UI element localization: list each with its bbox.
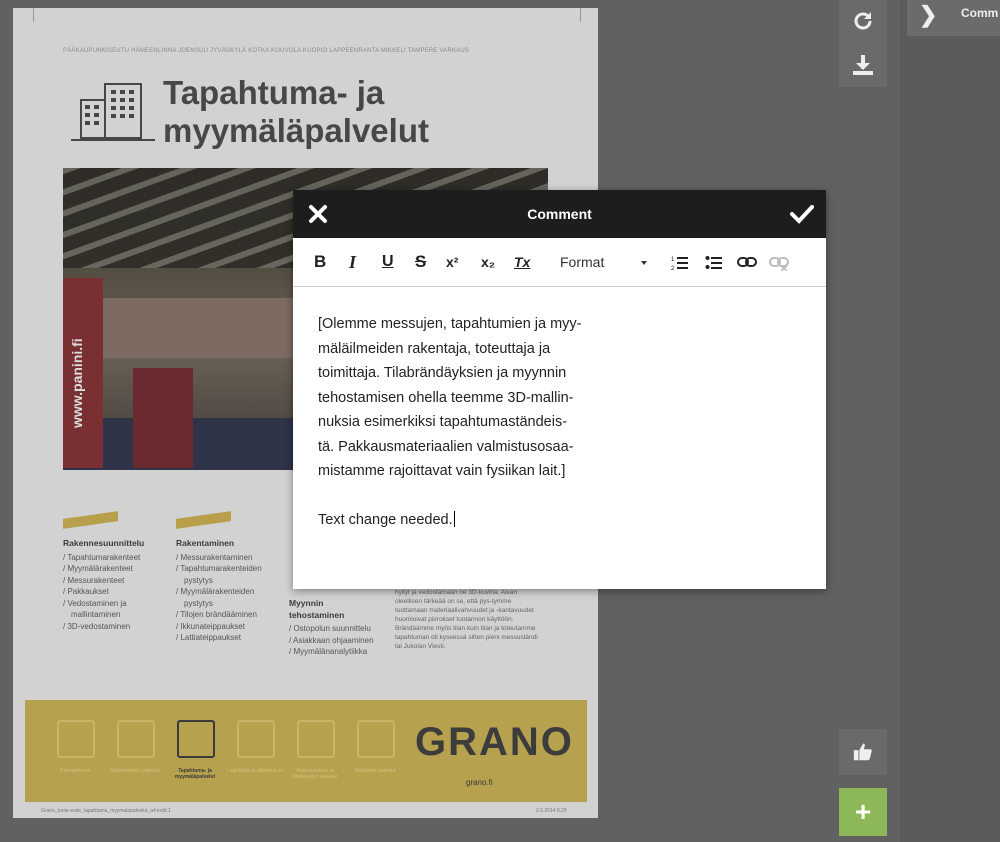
icon-label: Markkinoinnin palvelut bbox=[110, 768, 160, 774]
column-item: / Tapahtumarakenteet bbox=[63, 552, 141, 562]
body-text-column: hyllyt ja vedostamaan ne 3D-kuvina. Aiva… bbox=[395, 589, 538, 650]
column-item: / Ikkunateippaukset bbox=[176, 621, 245, 631]
bold-button[interactable]: B bbox=[314, 252, 326, 272]
subscript-button[interactable]: x₂ bbox=[481, 252, 495, 272]
real-estate-icon bbox=[297, 720, 335, 758]
svg-text:2: 2 bbox=[671, 266, 675, 272]
quoted-line: mistamme rajoittavat vain fysiikan lait.… bbox=[318, 463, 566, 479]
quoted-line: mäläilmeiden rakentaja, toteuttaja ja bbox=[318, 340, 551, 357]
plus-icon: + bbox=[854, 796, 872, 827]
column-item: / Pakkaukset bbox=[63, 587, 109, 596]
event-store-services-icon bbox=[177, 720, 215, 758]
crop-mark bbox=[33, 8, 34, 22]
numbered-list-icon[interactable]: 1 2 bbox=[671, 254, 689, 272]
accent-bar bbox=[63, 511, 118, 529]
crop-mark bbox=[580, 8, 581, 22]
logistics-icon bbox=[237, 720, 275, 758]
dialog-title: Comment bbox=[527, 206, 592, 222]
column-item: / 3D-vedostaminen bbox=[63, 621, 131, 631]
like-button[interactable] bbox=[839, 729, 887, 775]
quoted-line: [Olemme messujen, tapahtumien ja myy- bbox=[318, 316, 582, 332]
comment-text: Text change needed. bbox=[318, 511, 453, 528]
strikethrough-button[interactable]: S bbox=[415, 252, 426, 272]
format-dropdown[interactable]: Format bbox=[560, 254, 604, 270]
column-rakennesuunnittelu: Rakennesuunnittelu / Tapahtumarakenteet … bbox=[63, 538, 173, 632]
comment-sidebar bbox=[900, 0, 1000, 842]
column-item: / Vedostaminen ja mallintaminen bbox=[63, 598, 127, 620]
photo-counter bbox=[83, 298, 313, 358]
column-item: / Myymälänanalytiikka bbox=[289, 647, 368, 656]
document-title: Tapahtuma- ja myymäläpalvelut bbox=[163, 74, 429, 150]
chevron-down-icon bbox=[641, 261, 647, 265]
download-button[interactable] bbox=[839, 42, 887, 87]
quoted-line: nuksia esimerkiksi tapahtumaständeis- bbox=[318, 414, 568, 430]
comment-dialog: Comment B I U S x² x₂ Tx Format 1 2 [Ole… bbox=[293, 190, 826, 589]
column-heading: Myynnin tehostaminen bbox=[289, 598, 345, 620]
svg-text:1: 1 bbox=[671, 257, 675, 263]
check-icon[interactable] bbox=[788, 201, 816, 227]
column-heading: Rakennesuunnittelu bbox=[63, 538, 145, 548]
column-item: / Ostopolun suunnittelu bbox=[289, 624, 371, 633]
icon-label: Tapahtuma- ja myymäläpalvelut bbox=[174, 768, 216, 780]
clear-format-button[interactable]: Tx bbox=[514, 252, 530, 272]
column-myynnin-tehostaminen: Myynnin tehostaminen / Ostopolun suunnit… bbox=[289, 598, 379, 658]
download-icon bbox=[853, 54, 873, 75]
building-icon bbox=[71, 83, 155, 141]
footer-date: 2.6.2014 9.29 bbox=[536, 808, 567, 814]
photo-sign: www.panini.fi bbox=[63, 278, 103, 468]
column-rakentaminen: Rakentaminen / Messurakentaminen / Tapah… bbox=[176, 538, 276, 644]
comment-editor[interactable]: [Olemme messujen, tapahtumien ja myy- mä… bbox=[318, 312, 618, 532]
quoted-line: tehostamisen ohella teemme 3D-mallin- bbox=[318, 389, 574, 406]
thumbs-up-icon bbox=[853, 743, 872, 761]
add-comment-button[interactable]: + bbox=[839, 788, 887, 836]
underline-button[interactable]: U bbox=[382, 252, 394, 272]
column-item: / Messurakentaminen bbox=[176, 552, 253, 562]
refresh-icon bbox=[854, 12, 872, 30]
print-services-icon bbox=[57, 720, 95, 758]
editor-toolbar: B I U S x² x₂ Tx Format 1 2 bbox=[293, 238, 826, 287]
refresh-button[interactable] bbox=[839, 0, 887, 42]
link-icon[interactable] bbox=[737, 255, 757, 269]
column-item: / Myymälärakenteet bbox=[63, 564, 133, 573]
photo-sign-text: www.panini.fi bbox=[69, 338, 85, 428]
icon-label: Logistiikka ja ulkoistukset bbox=[226, 768, 284, 774]
bullet-list-icon[interactable] bbox=[705, 254, 723, 272]
accent-bar bbox=[176, 511, 231, 529]
quoted-line: toimittaja. Tilabrändäyksien ja myynnin bbox=[318, 365, 567, 381]
marketing-services-icon bbox=[117, 720, 155, 758]
text-cursor bbox=[453, 510, 455, 527]
electronic-services-icon bbox=[357, 720, 395, 758]
icon-label: Painopalvelut bbox=[59, 768, 91, 774]
italic-button[interactable]: I bbox=[349, 252, 356, 272]
column-item: / Myymälärakentei­den pystytys bbox=[176, 587, 255, 608]
title-line-2: myymäläpalvelut bbox=[163, 112, 429, 149]
column-item: / Messurakenteet bbox=[63, 575, 125, 585]
column-item: / Tilojen brändääminen bbox=[176, 610, 257, 619]
icon-label: Sähköiset palvelut bbox=[354, 768, 396, 774]
footer-filename: Grano_tuote-esite_tapahtuma_myymalapalve… bbox=[41, 808, 171, 814]
grano-logo: GRANO bbox=[415, 720, 574, 764]
title-line-1: Tapahtuma- ja bbox=[163, 74, 385, 111]
column-heading: Rakentaminen bbox=[176, 538, 235, 548]
grano-url: grano.fi bbox=[466, 778, 493, 787]
photo-booth bbox=[133, 368, 193, 468]
icon-label: Rakentamisen ja kiinteistöjen palvelut bbox=[292, 768, 338, 780]
comments-panel-toggle[interactable]: ❯ Comm bbox=[907, 0, 1000, 36]
column-item: / Lattiateippaukset bbox=[176, 633, 241, 642]
column-item: / Asiakkaan ohjaaminen bbox=[289, 635, 374, 645]
comment-line: Text change needed. bbox=[318, 508, 618, 533]
superscript-button[interactable]: x² bbox=[446, 252, 458, 272]
panel-label: Comm bbox=[961, 6, 999, 20]
dialog-header: Comment bbox=[293, 190, 826, 238]
quoted-line: tä. Pakkausmateriaalien valmistusosaa- bbox=[318, 438, 574, 455]
city-list: PÄÄKAUPUNKISEUTU HÄMEENLINNA JOENSUU JYV… bbox=[63, 48, 470, 54]
unlink-icon[interactable] bbox=[769, 255, 789, 271]
chevron-right-icon: ❯ bbox=[919, 2, 938, 27]
column-item: / Tapahtumarakentei­den pystytys bbox=[176, 564, 262, 585]
